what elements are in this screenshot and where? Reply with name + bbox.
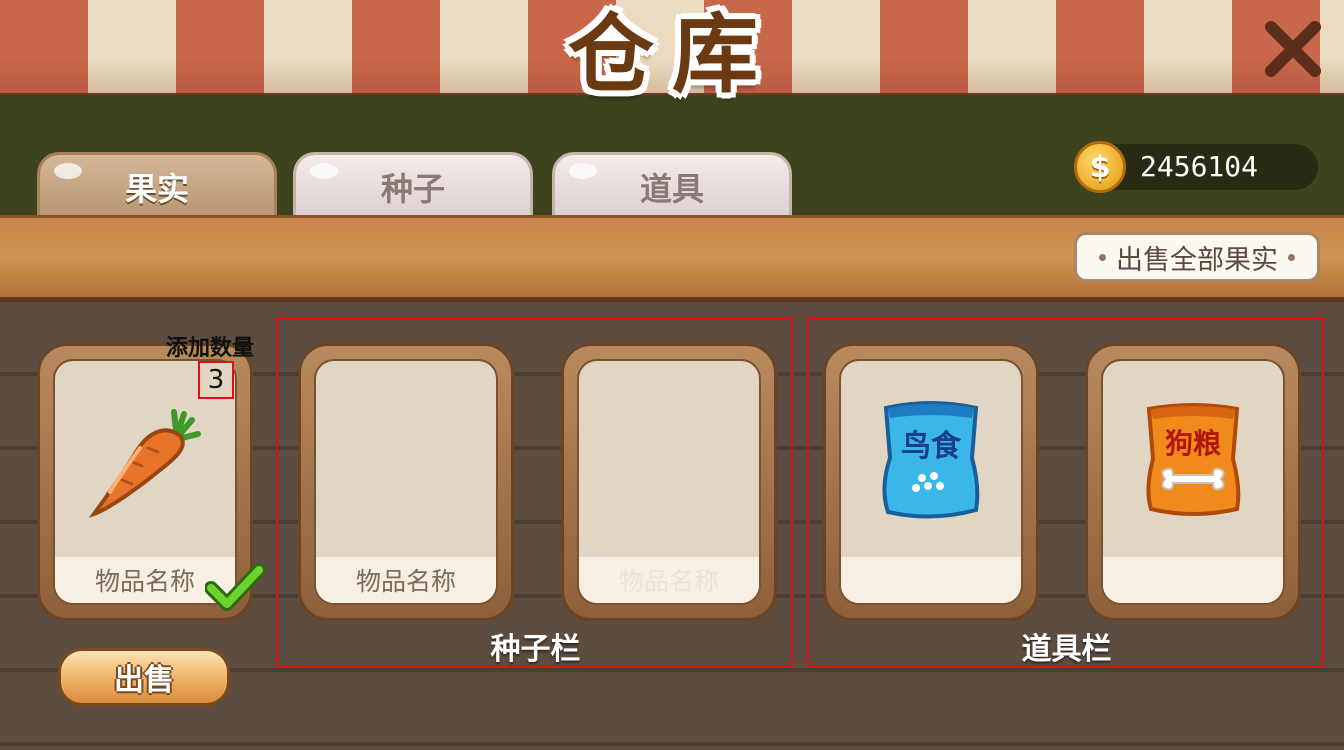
seed-item-card[interactable]: 物品名称	[561, 343, 777, 621]
gloss-highlight	[310, 163, 338, 179]
close-button[interactable]	[1262, 18, 1324, 80]
quantity-input[interactable]: 3	[198, 361, 234, 399]
coin-value: 2456104	[1140, 150, 1259, 183]
dog-food-bag-icon: 狗粮	[1103, 361, 1283, 561]
tab-seeds[interactable]: 种子	[293, 152, 533, 218]
tool-item-card[interactable]: 狗粮	[1085, 343, 1301, 621]
card-inner: 鸟食	[839, 359, 1023, 605]
card-inner: 物品名称	[577, 359, 761, 605]
gloss-highlight	[54, 163, 82, 179]
tool-section-label: 道具栏	[1021, 632, 1112, 667]
bag-text: 鸟食	[901, 429, 962, 464]
tool-item-card[interactable]: 鸟食	[823, 343, 1039, 621]
tab-fruit[interactable]: 果实	[37, 152, 277, 218]
item-name	[841, 557, 1021, 603]
tab-label: 果实	[124, 169, 189, 208]
dot-decoration	[1288, 253, 1295, 261]
gloss-highlight	[569, 163, 597, 179]
card-inner: 物品名称	[314, 359, 498, 605]
seed-item-card[interactable]: 物品名称	[298, 343, 514, 621]
sell-all-label: 出售全部果实	[1116, 244, 1278, 276]
item-name: 物品名称	[579, 557, 759, 603]
close-icon	[1265, 21, 1321, 77]
bird-food-bag-icon: 鸟食	[841, 361, 1021, 561]
item-name: 物品名称	[316, 557, 496, 603]
sell-all-fruit-button[interactable]: 出售全部果实	[1074, 232, 1320, 282]
page-title: 仓库	[568, 5, 776, 105]
coin-icon: $	[1074, 141, 1126, 193]
tab-tools[interactable]: 道具	[552, 152, 792, 218]
bag-text: 狗粮	[1165, 427, 1221, 460]
dot-decoration	[1099, 253, 1106, 261]
seed-section-label: 种子栏	[490, 632, 581, 667]
tab-label: 道具	[639, 169, 704, 208]
tab-label: 种子	[380, 169, 445, 208]
add-quantity-label: 添加数量	[166, 336, 255, 361]
sell-button[interactable]: 出售	[58, 648, 230, 706]
checkmark-icon	[205, 563, 265, 611]
card-inner: 狗粮	[1101, 359, 1285, 605]
item-name	[1103, 557, 1283, 603]
